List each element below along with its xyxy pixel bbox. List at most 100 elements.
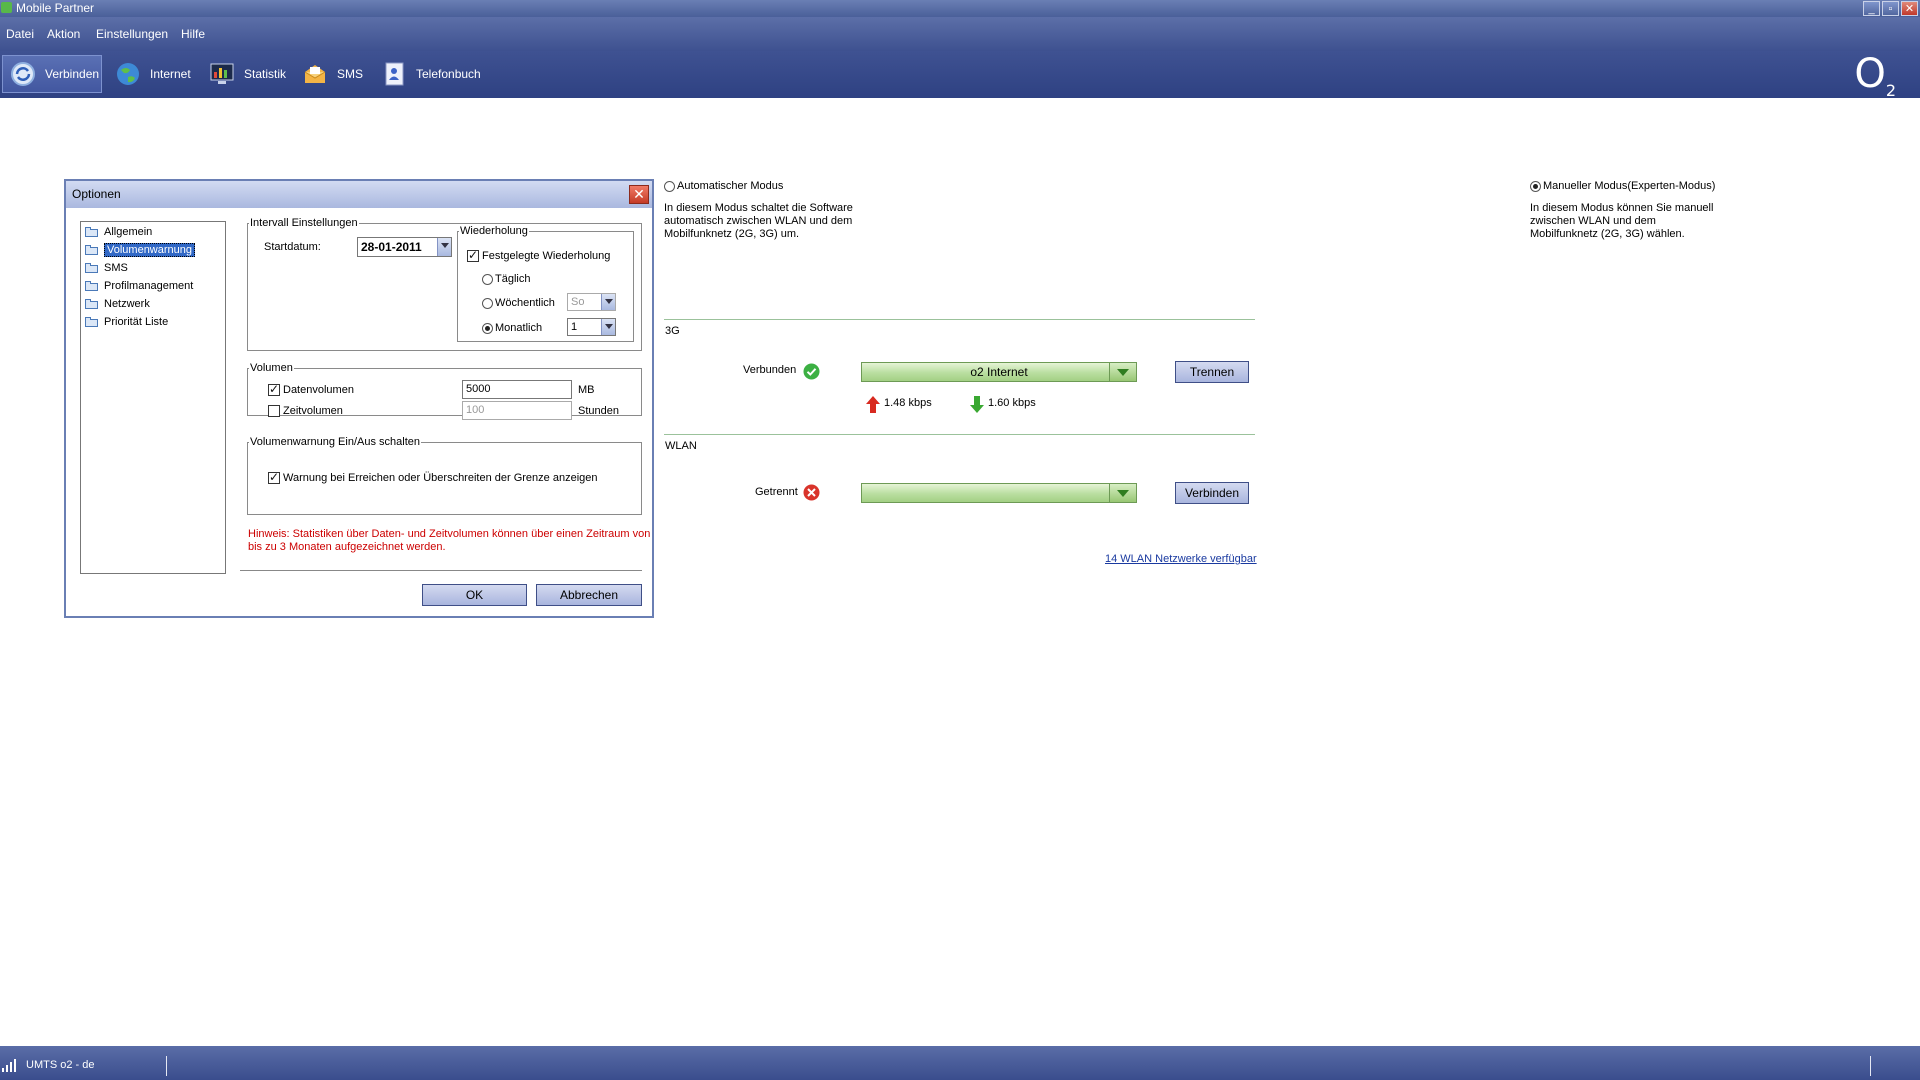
- repeat-legend: Wiederholung: [460, 225, 528, 237]
- toolbar: Verbinden Internet Statistik SMS Telefon…: [0, 51, 1920, 98]
- tree-item-sms[interactable]: SMS: [85, 261, 128, 275]
- manual-mode-radio-circle[interactable]: [1530, 180, 1541, 192]
- close-window-button[interactable]: ✕: [1901, 1, 1918, 16]
- fixed-repeat-checkbox[interactable]: Festgelegte Wiederholung: [467, 248, 611, 262]
- fixed-repeat-label: Festgelegte Wiederholung: [482, 250, 611, 262]
- tree-item-netzwerk[interactable]: Netzwerk: [85, 297, 150, 311]
- weekday-select[interactable]: So: [567, 293, 616, 311]
- folder-icon: [85, 281, 98, 291]
- tree-item-profilmanagement[interactable]: Profilmanagement: [85, 279, 193, 293]
- chevron-down-icon[interactable]: [601, 319, 615, 335]
- daily-radio[interactable]: Täglich: [482, 273, 530, 285]
- start-date-input[interactable]: 28-01-2011: [357, 237, 452, 257]
- manual-mode-radio[interactable]: Manueller Modus(Experten-Modus): [1530, 180, 1715, 192]
- time-volume-checkbox[interactable]: Zeitvolumen: [268, 405, 343, 417]
- hint-text: Hinweis: Statistiken über Daten- und Zei…: [248, 528, 651, 553]
- profile-select-3g[interactable]: o2 Internet: [861, 362, 1137, 382]
- minimize-button[interactable]: _: [1863, 1, 1880, 16]
- data-volume-label: Datenvolumen: [283, 384, 354, 396]
- time-volume-unit: Stunden: [578, 405, 619, 417]
- status-wlan: Getrennt: [755, 486, 798, 498]
- warning-check[interactable]: [268, 470, 280, 484]
- title-bar: Mobile Partner _ ▫ ✕: [0, 0, 1920, 17]
- signal-strength-icon: [2, 1058, 20, 1075]
- chevron-down-icon[interactable]: [1109, 484, 1136, 502]
- maximize-button[interactable]: ▫: [1882, 1, 1899, 16]
- tree-item-allgemein[interactable]: Allgemein: [85, 225, 152, 239]
- toolbar-statistik[interactable]: Statistik: [202, 55, 288, 93]
- disconnected-x-icon: [803, 484, 820, 504]
- status-separator: [166, 1056, 167, 1076]
- weekly-radio[interactable]: Wöchentlich: [482, 297, 555, 309]
- menu-aktion[interactable]: Aktion: [47, 27, 80, 41]
- manual-mode-label: Manueller Modus(Experten-Modus): [1543, 180, 1716, 192]
- connect-wlan-button[interactable]: Verbinden: [1175, 482, 1249, 504]
- section-wlan: WLAN: [665, 440, 697, 452]
- weekly-radio-circle[interactable]: [482, 297, 493, 309]
- menu-hilfe[interactable]: Hilfe: [181, 27, 205, 41]
- data-volume-check[interactable]: [268, 382, 280, 396]
- menu-einstellungen[interactable]: Einstellungen: [96, 27, 168, 41]
- auto-mode-radio-circle[interactable]: [664, 180, 675, 192]
- wlan-networks-link[interactable]: 14 WLAN Netzwerke verfügbar: [1105, 553, 1257, 565]
- auto-mode-radio[interactable]: Automatischer Modus: [664, 180, 783, 192]
- dialog-title: Optionen: [66, 181, 652, 208]
- app-icon: [1, 2, 12, 13]
- divider-wlan: [664, 434, 1255, 435]
- cancel-button[interactable]: Abbrechen: [536, 584, 642, 606]
- toolbar-sms[interactable]: SMS: [295, 55, 367, 93]
- warning-checkbox[interactable]: Warnung bei Erreichen oder Überschreiten…: [268, 470, 598, 484]
- start-date-value: 28-01-2011: [361, 240, 422, 254]
- toolbar-telefonbuch[interactable]: Telefonbuch: [374, 55, 484, 93]
- tree-item-volumenwarnung[interactable]: Volumenwarnung: [85, 243, 196, 257]
- options-dialog: Optionen ✕ Allgemein Volumenwarnung SMS …: [64, 179, 654, 618]
- download-arrow-icon: [970, 396, 984, 416]
- time-volume-check[interactable]: [268, 405, 280, 417]
- interval-legend: Intervall Einstellungen: [250, 217, 358, 229]
- folder-open-icon: [85, 245, 98, 255]
- weekday-value: So: [571, 296, 585, 308]
- toolbar-internet[interactable]: Internet: [108, 55, 198, 93]
- envelope-icon: [301, 60, 329, 88]
- status-3g: Verbunden: [743, 364, 797, 376]
- toolbar-label: Verbinden: [45, 67, 100, 81]
- disconnect-button[interactable]: Trennen: [1175, 361, 1249, 383]
- data-volume-unit: MB: [578, 384, 595, 396]
- time-volume-label: Zeitvolumen: [283, 405, 343, 417]
- monthly-radio-circle[interactable]: [482, 322, 493, 334]
- daily-label: Täglich: [495, 273, 531, 285]
- connected-check-icon: [803, 363, 820, 383]
- auto-mode-description: In diesem Modus schaltet die Software au…: [664, 202, 853, 240]
- manual-mode-description: In diesem Modus können Sie manuell zwisc…: [1530, 202, 1714, 240]
- toolbar-label: Internet: [150, 67, 191, 81]
- warning-label: Warnung bei Erreichen oder Überschreiten…: [283, 472, 598, 484]
- folder-icon: [85, 299, 98, 309]
- time-volume-input[interactable]: 100: [462, 401, 572, 420]
- chart-monitor-icon: [208, 60, 236, 88]
- data-volume-input[interactable]: 5000: [462, 380, 572, 399]
- connect-icon: [9, 60, 37, 88]
- toolbar-verbinden[interactable]: Verbinden: [2, 55, 102, 93]
- month-day-value: 1: [571, 321, 578, 333]
- daily-radio-circle[interactable]: [482, 273, 493, 285]
- divider-3g: [664, 319, 1255, 320]
- data-volume-checkbox[interactable]: Datenvolumen: [268, 382, 354, 396]
- dialog-divider: [240, 570, 642, 571]
- monthly-radio[interactable]: Monatlich: [482, 322, 542, 334]
- folder-icon: [85, 317, 98, 327]
- chevron-down-icon[interactable]: [1109, 363, 1136, 381]
- toolbar-label: SMS: [337, 67, 364, 81]
- options-tree: Allgemein Volumenwarnung SMS Profilmanag…: [80, 221, 226, 574]
- warning-legend: Volumenwarnung Ein/Aus schalten: [250, 436, 420, 448]
- menu-datei[interactable]: Datei: [6, 27, 34, 41]
- download-rate: 1.60 kbps: [988, 397, 1036, 409]
- ok-button[interactable]: OK: [422, 584, 527, 606]
- fixed-repeat-check[interactable]: [467, 248, 479, 262]
- tree-item-prioritaet-liste[interactable]: Priorität Liste: [85, 315, 168, 329]
- dialog-close-button[interactable]: ✕: [629, 185, 649, 204]
- phonebook-icon: [380, 60, 408, 88]
- calendar-dropdown-icon[interactable]: [437, 238, 451, 256]
- chevron-down-icon[interactable]: [601, 294, 615, 310]
- month-day-select[interactable]: 1: [567, 318, 616, 336]
- profile-select-wlan[interactable]: [861, 483, 1137, 503]
